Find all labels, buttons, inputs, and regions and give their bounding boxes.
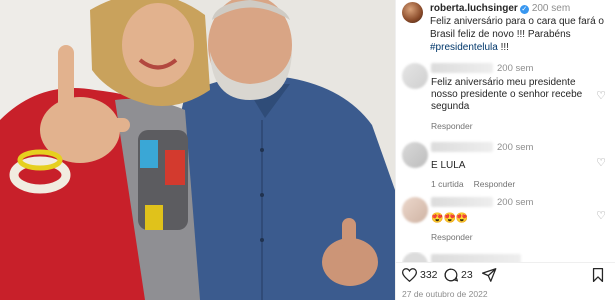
- save-button[interactable]: [592, 268, 604, 282]
- commenter-username-blurred[interactable]: [431, 142, 493, 153]
- commenter-avatar[interactable]: [402, 197, 428, 223]
- share-icon: [482, 268, 497, 282]
- commenter-username-blurred[interactable]: [431, 63, 493, 74]
- comment-meta: Responder: [431, 120, 591, 132]
- caption-body: Feliz aniversário para o cara que fará o…: [430, 16, 604, 40]
- comment-text: Feliz aniversário meu presidente nosso p…: [431, 77, 583, 112]
- save-icon: [592, 268, 604, 282]
- comment-time: 200 sem: [497, 197, 534, 208]
- heart-icon[interactable]: ♡: [596, 89, 606, 102]
- comment-text: E LULA: [431, 160, 466, 171]
- commenter-username-blurred[interactable]: [431, 197, 493, 208]
- instagram-post: roberta.luchsinger ✓ 200 sem Feliz anivers…: [0, 0, 615, 300]
- post-photo[interactable]: [0, 0, 395, 300]
- caption-text: roberta.luchsinger ✓ 200 sem Feliz anivers…: [430, 2, 614, 54]
- like-button[interactable]: 332: [402, 268, 438, 282]
- comment-meta: Responder: [431, 231, 591, 243]
- reply-button[interactable]: Responder: [431, 121, 473, 131]
- commenter-avatar[interactable]: [402, 252, 428, 262]
- heart-icon: [402, 268, 417, 282]
- comment-body: 200 sem E LULA 1 curtida Responder: [431, 142, 591, 190]
- author-username[interactable]: roberta.luchsinger: [430, 3, 518, 14]
- comment-count: 23: [461, 269, 473, 281]
- comments-panel: roberta.luchsinger ✓ 200 sem Feliz anivers…: [395, 0, 615, 300]
- comment-text: 😍😍😍: [431, 213, 469, 224]
- photo-illustration: [0, 0, 395, 300]
- comment-body: 200 sem Feliz aniversário meu presidente…: [431, 63, 591, 132]
- like-count[interactable]: 1 curtida: [431, 179, 464, 189]
- share-button[interactable]: [482, 268, 497, 282]
- author-avatar[interactable]: [402, 2, 423, 23]
- comment-body: [431, 254, 591, 262]
- commenter-avatar[interactable]: [402, 142, 428, 168]
- reply-button[interactable]: Responder: [474, 179, 516, 189]
- comment-item-partial: [402, 252, 612, 262]
- heart-icon[interactable]: ♡: [596, 156, 606, 169]
- caption-end: !!!: [497, 42, 509, 53]
- comment-button[interactable]: 23: [444, 268, 473, 282]
- caption-time: 200 sem: [531, 3, 571, 14]
- heart-icon[interactable]: ♡: [596, 209, 606, 222]
- commenter-avatar[interactable]: [402, 63, 428, 89]
- post-date: 27 de outubro de 2022: [402, 289, 488, 299]
- post-actions: 332 23: [402, 266, 612, 286]
- reply-button[interactable]: Responder: [431, 232, 473, 242]
- commenter-username-blurred[interactable]: [431, 254, 521, 262]
- comment-time: 200 sem: [497, 142, 534, 153]
- verified-icon: ✓: [519, 5, 529, 14]
- caption-hashtag[interactable]: #presidentelula: [430, 42, 498, 53]
- comment-icon: [444, 268, 458, 282]
- like-count: 332: [420, 269, 438, 281]
- comment-time: 200 sem: [497, 63, 534, 74]
- divider: [396, 262, 615, 263]
- comment-meta: 1 curtida Responder: [431, 178, 591, 190]
- comment-body: 200 sem 😍😍😍 Responder: [431, 197, 591, 243]
